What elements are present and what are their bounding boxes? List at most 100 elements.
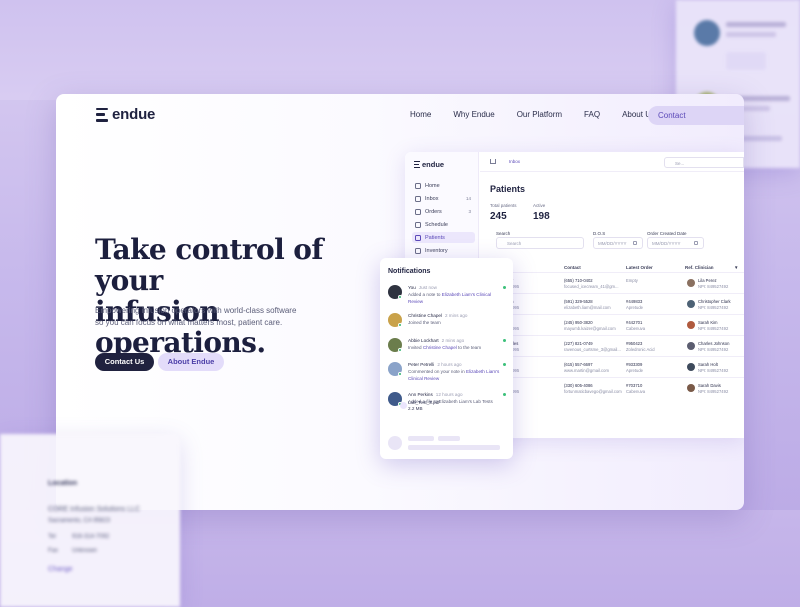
dashboard-logo[interactable]: endue [414,160,444,169]
column-header-ref-clinician[interactable]: Ref. Clinician [685,265,714,270]
location-company: CORE Infusion Solutions LLC [48,506,141,513]
table-row[interactable]: Mark WiggenD.O.B 05/11/1995(615) 557-669… [480,356,744,377]
clinician-cell: Sarah Holt NPI: 849527492 [698,362,728,374]
sidebar-item-home[interactable]: Home [412,180,475,191]
patient-search-input[interactable]: Search [496,237,584,249]
about-endue-button[interactable]: About Endue [158,353,224,371]
contact-phone: (615) 557-6697 [564,362,593,367]
clinician-npi: NPI: 849527492 [698,284,729,289]
hero-title: Take control of your infusion operations… [95,234,395,358]
contact-cell: (591) 329-5528 elizabeth.liam@mail.com [564,299,611,311]
contact-cell: (227) 821-0749 ravenous_curtsme_3@gmail..… [564,341,621,353]
clinician-name: Christopher Clark [698,299,731,304]
avatar [687,321,695,329]
table-row[interactable]: Rebecca AdlerD.O.B 05/11/1995(655) 710-0… [480,272,744,293]
contact-email: focused_icecream_41@gm... [564,284,619,289]
notification-header: Ann Perkins 12 hours ago [408,392,463,397]
inbox-icon [415,195,421,202]
notification-header: You Just now [408,285,437,290]
order-name: Cabenuva [626,326,646,331]
stat-label: Active [533,203,546,208]
clinician-cell: Lila Perez NPI: 849527492 [698,278,728,290]
order-name: Empty [626,278,638,283]
stat-value: 245 [490,211,507,222]
dashboard-topbar: Inbox Se... [480,152,744,172]
blurred-location-card: Location CORE Infusion Solutions LLC Sac… [0,434,180,607]
contact-email: elizabeth.liam@mail.com [564,305,611,310]
sidebar-item-orders[interactable]: Orders 3 [412,206,475,217]
column-header-contact[interactable]: Contact [564,265,581,270]
tel-value: 916-314-7092 [72,534,110,540]
contact-us-button[interactable]: Contact Us [95,353,154,371]
order-id: #933309 [626,362,643,367]
clinician-name: Charles Johnson [698,341,730,346]
order-cell: Empty [626,278,638,284]
contact-phone: (655) 710-0402 [564,278,593,283]
sidebar-item-label: Orders [425,208,442,215]
notification-author: Abbie Lockhart [408,338,439,343]
nav-link-why-endue[interactable]: Why Endue [453,110,494,119]
loading-avatar-skeleton [388,436,402,450]
avatar [687,300,695,308]
nav-link-faq[interactable]: FAQ [584,110,600,119]
nav-link-home[interactable]: Home [410,110,431,119]
dos-date-input[interactable]: MM/DD/YYYY [593,237,643,249]
notification-body: Invited Christine Chapel to the team [408,345,500,352]
breadcrumb[interactable]: Inbox [509,159,520,164]
nav-link-our-platform[interactable]: Our Platform [517,110,562,119]
order-id: #703710 [626,383,643,388]
sidebar-item-schedule[interactable]: Schedule [412,219,475,230]
online-status-dot [398,348,402,352]
sidebar-item-patients[interactable]: Patients [412,232,475,243]
contact-phone: (227) 821-0749 [564,341,593,346]
sidebar-item-inventory[interactable]: Inventory [412,245,475,256]
fax-label: Fax [48,548,59,554]
avatar [687,384,695,392]
home-icon[interactable] [490,159,496,164]
online-status-dot [398,295,402,299]
hero-title-line-1: Take control of your [95,233,323,297]
sidebar-item-inbox[interactable]: Inbox 14 [412,193,475,204]
contact-phone: (245) 950-3820 [564,320,593,325]
notification-author: Peter Petrelli [408,362,435,367]
date-placeholder: MM/DD/YYYY [652,241,681,246]
order-id: #449833 [626,299,643,304]
contact-email: mayumb.kaizer@gmail.com [564,326,616,331]
filter-label: Search [496,231,511,236]
notification-link[interactable]: Christine Chapel [423,345,457,350]
clinician-name: Sarah Kim [698,320,718,325]
nav-contact-button[interactable]: Contact [648,106,744,125]
order-name: Zoledronic Acid [626,347,655,352]
date-placeholder: MM/DD/YYYY [598,241,627,246]
calendar-icon [415,221,421,228]
sidebar-item-label: Schedule [425,221,448,228]
home-icon [415,182,421,189]
clinician-npi: NPI: 849527492 [698,389,729,394]
attachment[interactable]: Lab_Test_3.pdf 2.2 MB [408,400,439,412]
notifications-panel: Notifications You Just now Added a note to… [380,258,513,459]
notification-author: Christine Chapel [408,313,442,318]
filter-icon[interactable]: ▼ [734,265,738,270]
change-link[interactable]: Change [48,566,73,573]
table-row[interactable]: Julie Henry StilesD.O.B 05/11/1995(227) … [480,335,744,356]
order-created-date-input[interactable]: MM/DD/YYYY [647,237,704,249]
order-cell: #449833 Apretude [626,299,643,311]
tel-label: Tel [48,534,56,540]
table-row[interactable]: Elizabeth LiamD.O.B 05/11/1995(591) 329-… [480,293,744,314]
contact-cell: (615) 557-6697 www.martin@gmail.com [564,362,609,374]
brand-name: endue [112,106,156,123]
unread-dot [503,363,506,366]
table-row[interactable]: Matt DooleD.O.B 05/11/1995(245) 950-3820… [480,314,744,335]
column-header-latest-order[interactable]: Latest Order [626,265,653,270]
order-id: #950423 [626,341,643,346]
order-name: Cabenuva [626,389,646,394]
table-row[interactable]: Edward ViqlarD.O.B 05/11/1995(330) 605-4… [480,377,744,398]
avatar [687,363,695,371]
inbox-count-badge: 14 [465,196,471,201]
global-search-input[interactable]: Se... [664,157,744,168]
fax-value: Unknown [72,548,98,554]
brand-logo[interactable]: endue [96,106,155,123]
top-navigation: endue Home Why Endue Our Platform FAQ Ab… [56,106,744,128]
unread-dot [503,339,506,342]
orders-count-badge: 3 [468,209,471,214]
